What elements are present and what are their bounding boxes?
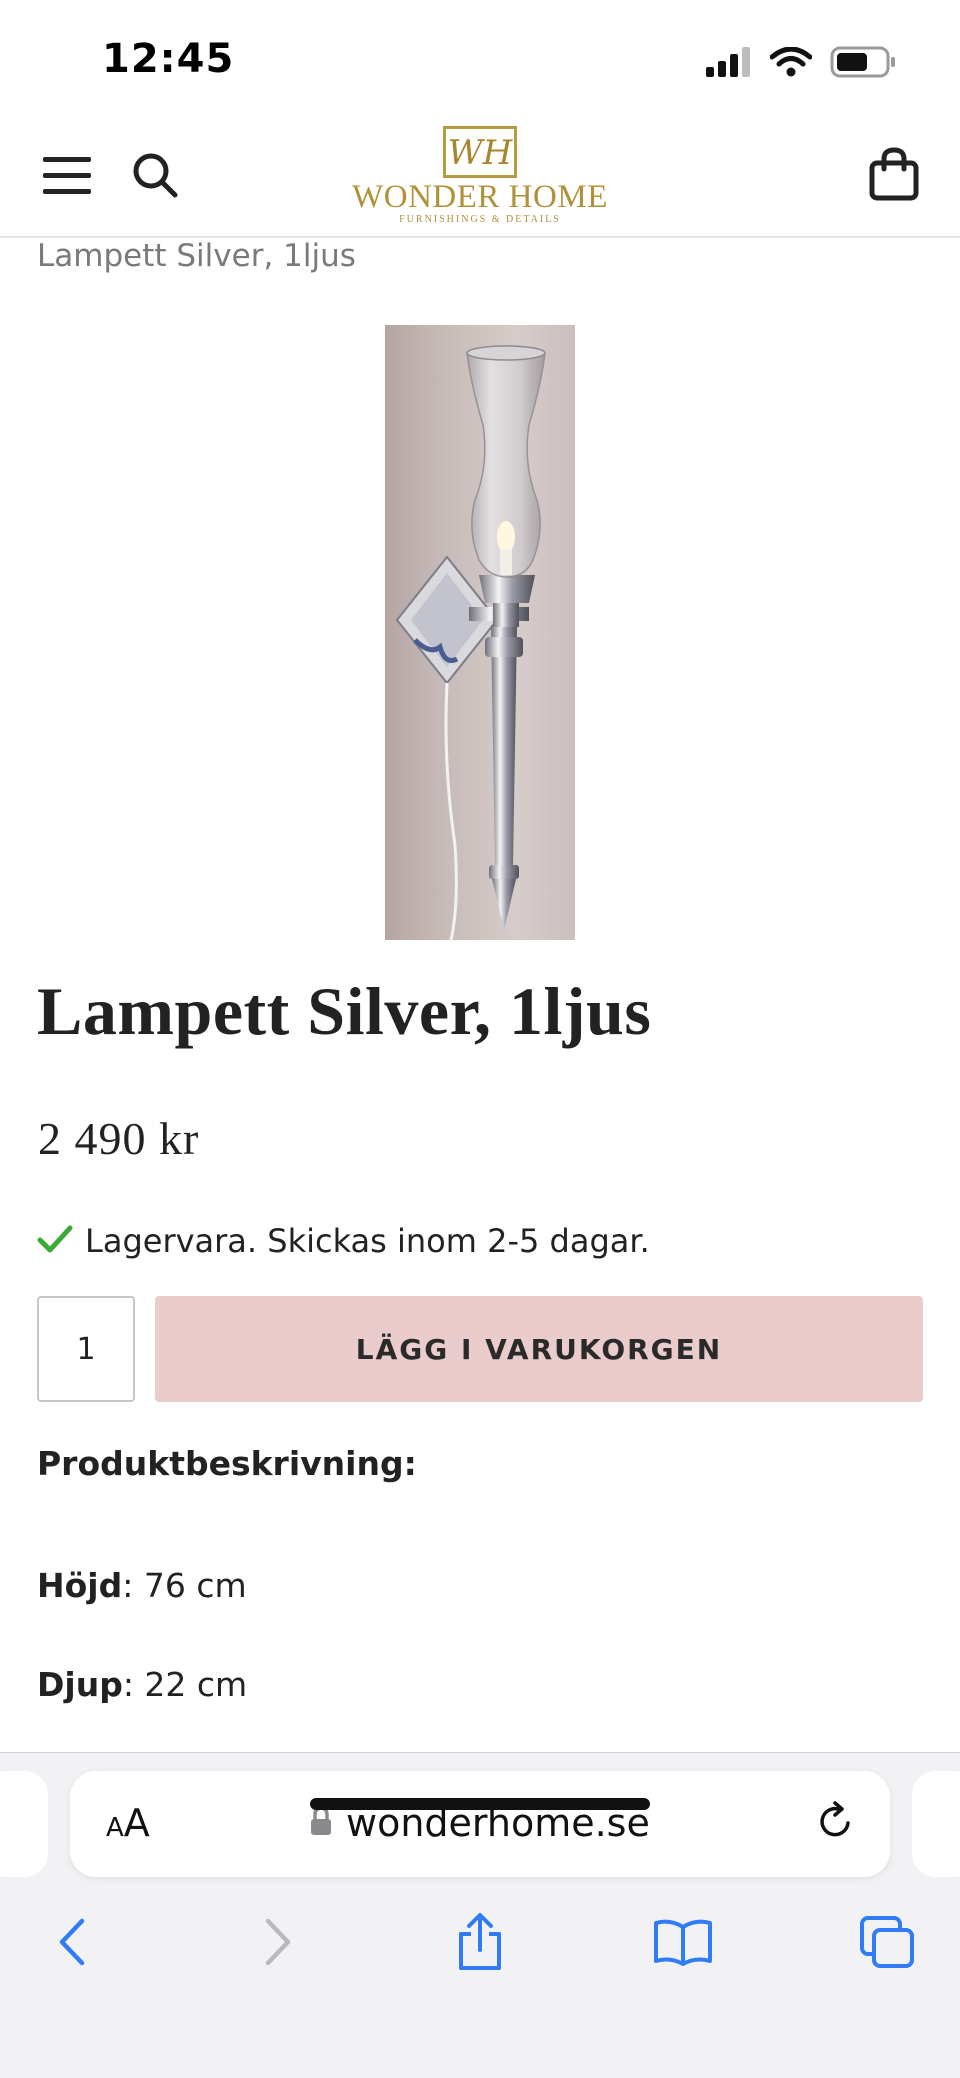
bookmarks-button[interactable] (648, 1899, 718, 1989)
share-icon (455, 1912, 505, 1977)
quantity-input[interactable] (37, 1296, 135, 1402)
lock-icon (310, 1805, 332, 1841)
next-tab-peek[interactable] (912, 1771, 960, 1877)
menu-button[interactable] (40, 150, 94, 204)
bookmarks-icon (652, 1917, 714, 1972)
spec-depth-label: Djup (37, 1665, 123, 1704)
cellular-signal-icon (706, 47, 752, 82)
breadcrumb: Lampett Silver, 1ljus (37, 238, 356, 274)
stock-text: Lagervara. Skickas inom 2-5 dagar. (85, 1222, 650, 1260)
previous-tab-peek[interactable] (0, 1771, 48, 1877)
description-heading: Produktbeskrivning: (37, 1444, 417, 1483)
forward-icon (264, 1917, 294, 1972)
home-indicator[interactable] (310, 1798, 650, 1810)
checkmark-icon (37, 1224, 73, 1259)
status-bar: 12:45 (0, 0, 960, 120)
tabs-button[interactable] (852, 1899, 922, 1989)
status-icons (706, 46, 896, 83)
site-header: WH WONDER HOME FURNISHINGS & DETAILS (0, 120, 960, 238)
reload-button[interactable] (812, 1799, 860, 1847)
cart-button[interactable] (864, 144, 924, 208)
battery-icon (830, 46, 896, 83)
wall-sconce-illustration (395, 345, 546, 940)
logo-monogram: WH (443, 126, 517, 178)
site-logo[interactable]: WH WONDER HOME FURNISHINGS & DETAILS (352, 126, 608, 230)
add-to-cart-button[interactable]: LÄGG I VARUKORGEN (155, 1296, 923, 1402)
logo-tagline: FURNISHINGS & DETAILS (399, 214, 561, 225)
back-button[interactable] (36, 1899, 106, 1989)
spec-height-value: : 76 cm (122, 1566, 247, 1605)
search-button[interactable] (128, 150, 182, 204)
product-price: 2 490 kr (38, 1113, 200, 1164)
logo-name: WONDER HOME (352, 179, 608, 215)
search-icon (132, 152, 178, 203)
hamburger-menu-icon (43, 155, 91, 200)
forward-button[interactable] (244, 1899, 314, 1989)
browser-toolbar (0, 1899, 960, 1989)
text-size-button[interactable]: AA (106, 1801, 150, 1845)
back-icon (56, 1917, 86, 1972)
product-image[interactable] (385, 325, 575, 940)
address-bar[interactable]: AA wonderhome.se (70, 1771, 890, 1877)
spec-depth-value: : 22 cm (122, 1665, 248, 1704)
product-title: Lampett Silver, 1ljus (37, 973, 652, 1049)
stock-status: Lagervara. Skickas inom 2-5 dagar. (37, 1222, 650, 1260)
reload-icon (816, 1800, 856, 1846)
share-button[interactable] (445, 1899, 515, 1989)
tabs-icon (859, 1915, 915, 1974)
status-time: 12:45 (102, 36, 235, 82)
spec-height-label: Höjd (37, 1566, 123, 1605)
wifi-icon (769, 46, 813, 82)
spec-height: Höjd: 76 cm (37, 1566, 247, 1605)
spec-depth: Djup: 22 cm (37, 1665, 247, 1704)
shopping-bag-icon (869, 146, 919, 206)
